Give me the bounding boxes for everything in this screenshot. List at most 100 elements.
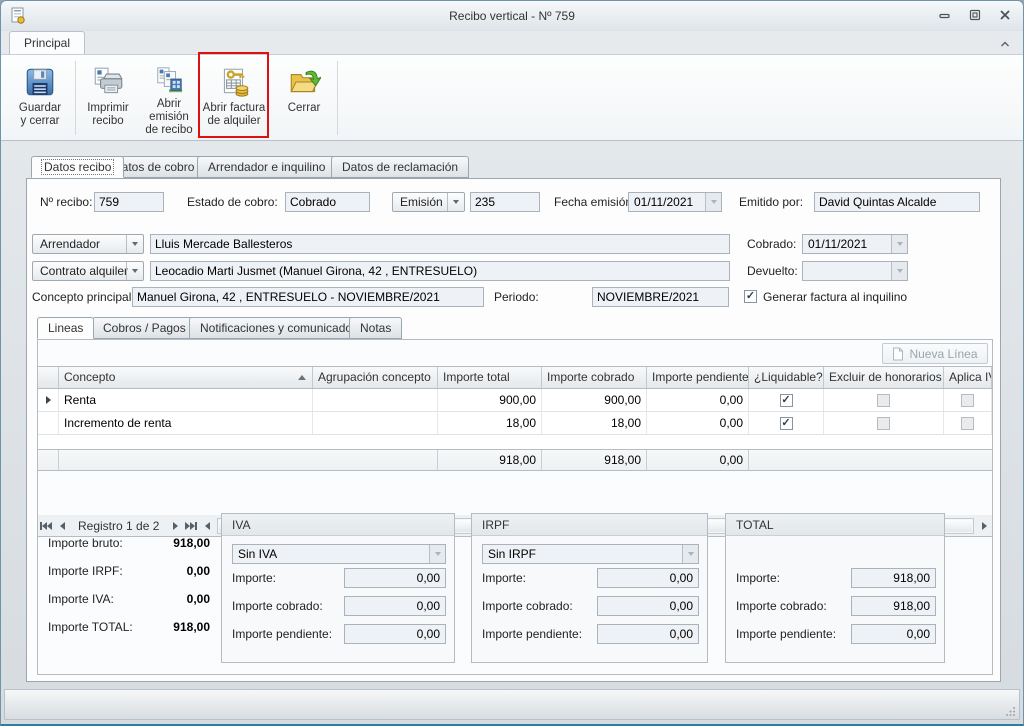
toolbar-separator (337, 61, 338, 135)
open-rental-invoice-button[interactable]: Abrir facturade alquiler (202, 59, 266, 137)
title-bar: Recibo vertical - Nº 759 (1, 1, 1023, 31)
column-header-importe-pendiente[interactable]: Importe pendiente (647, 367, 749, 388)
dropdown-arrow-icon (126, 262, 143, 280)
tab-lineas[interactable]: Lineas (37, 317, 94, 339)
minimize-button[interactable] (937, 8, 953, 22)
emision-number-field[interactable]: 235 (470, 192, 540, 212)
irpf-groupbox: IRPF Sin IRPF Importe: 0,00 Importe cobr… (471, 513, 708, 663)
total-importe-pendiente-field[interactable]: 0,00 (851, 624, 936, 644)
emitido-por-label: Emitido por: (739, 192, 803, 212)
grid-header-row: Concepto Agrupación concepto Importe tot… (38, 367, 992, 389)
iva-importe-pendiente-field[interactable]: 0,00 (344, 624, 446, 644)
lineas-panel: Nueva Línea Concepto Agrupación concepto… (37, 339, 993, 675)
close-button[interactable] (997, 8, 1013, 22)
tab-notas[interactable]: Notas (349, 317, 402, 339)
print-receipt-button[interactable]: Imprimirrecibo (79, 59, 137, 137)
grid-row-renta[interactable]: Renta 900,00 900,00 0,00 (38, 389, 992, 412)
dropdown-arrow-icon (126, 235, 143, 253)
hscroll-right-button[interactable] (976, 517, 992, 535)
lineas-grid: Concepto Agrupación concepto Importe tot… (38, 366, 992, 471)
iva-importe-field[interactable]: 0,00 (344, 568, 446, 588)
toolbar-separator (75, 61, 76, 135)
fecha-emision-label: Fecha emisión: (554, 192, 635, 212)
total-importe-cobrado-field[interactable]: 918,00 (851, 596, 936, 616)
column-header-concepto[interactable]: Concepto (59, 367, 313, 388)
generar-factura-checkbox[interactable] (744, 290, 757, 303)
column-header-importe-total[interactable]: Importe total (438, 367, 542, 388)
tab-cobros-pagos[interactable]: Cobros / Pagos (92, 317, 197, 339)
pager-last-button[interactable] (183, 517, 199, 535)
restore-button[interactable] (967, 8, 983, 22)
column-header-aplica-iva[interactable]: Aplica IVA (944, 367, 992, 388)
total-groupbox: TOTAL Importe: 918,00 Importe cobrado: 9… (725, 513, 945, 663)
pager-prev-button[interactable] (54, 517, 70, 535)
importe-total-label: Importe TOTAL: (48, 620, 133, 634)
importe-iva-value: 0,00 (150, 592, 210, 606)
column-header-importe-cobrado[interactable]: Importe cobrado (542, 367, 647, 388)
iva-groupbox: IVA Sin IVA Importe: 0,00 Importe cobrad… (221, 513, 455, 663)
estado-cobro-field[interactable]: Cobrado (285, 192, 370, 212)
num-recibo-field[interactable]: 759 (94, 192, 164, 212)
grid-row-incremento[interactable]: Incremento de renta 18,00 18,00 0,00 (38, 412, 992, 435)
emitido-por-field[interactable]: David Quintas Alcalde (814, 192, 980, 212)
printer-icon (91, 65, 125, 99)
contrato-alquiler-dropdown-button[interactable]: Contrato alquiler (32, 261, 144, 281)
liquidable-checkbox[interactable] (780, 417, 793, 430)
devuelto-datepicker (802, 261, 908, 281)
liquidable-checkbox[interactable] (780, 394, 793, 407)
close-form-button[interactable]: Cerrar (277, 59, 331, 137)
ribbon-tab-strip: Principal (1, 31, 1023, 54)
irpf-importe-pendiente-field[interactable]: 0,00 (597, 624, 699, 644)
importe-irpf-value: 0,00 (150, 564, 210, 578)
periodo-label: Periodo: (494, 287, 539, 307)
new-line-button: Nueva Línea (882, 343, 988, 364)
invoice-key-icon (217, 65, 251, 99)
dropdown-arrow-icon (447, 193, 464, 211)
button-label: Guardar (19, 102, 61, 114)
emission-documents-icon (152, 65, 186, 95)
column-header-agrupacion[interactable]: Agrupación concepto (313, 367, 438, 388)
dropdown-arrow-icon (705, 193, 721, 211)
importe-bruto-value: 918,00 (150, 536, 210, 550)
pager-first-button[interactable] (38, 517, 54, 535)
sort-ascending-icon (298, 375, 306, 380)
new-document-icon (892, 347, 904, 361)
num-recibo-label: Nº recibo: (40, 192, 92, 212)
tab-notificaciones[interactable]: Notificaciones y comunicados (189, 317, 369, 339)
irpf-importe-field[interactable]: 0,00 (597, 568, 699, 588)
save-and-close-button[interactable]: Guardary cerrar (9, 59, 71, 137)
dropdown-arrow-icon (682, 545, 698, 563)
save-icon (23, 65, 57, 99)
contrato-alquiler-field[interactable]: Leocadio Marti Jusmet (Manuel Girona, 42… (150, 261, 730, 281)
grid-indicator-header (38, 367, 59, 388)
periodo-field[interactable]: NOVIEMBRE/2021 (592, 287, 729, 307)
aplica-iva-checkbox (961, 394, 974, 407)
pager-next-button[interactable] (167, 517, 183, 535)
excluir-honorarios-checkbox (877, 394, 890, 407)
column-header-liquidable[interactable]: ¿Liquidable? (749, 367, 824, 388)
concepto-principal-field[interactable]: Manuel Girona, 42 , ENTRESUELO - NOVIEMB… (132, 287, 484, 307)
resize-grip-icon[interactable] (1006, 706, 1016, 716)
status-bar (4, 689, 1020, 720)
hscroll-left-button[interactable] (199, 517, 215, 535)
column-header-excluir[interactable]: Excluir de honorarios (824, 367, 944, 388)
tab-arrendador-e-inquilino[interactable]: Arrendador e inquilino (197, 156, 336, 178)
cobrado-label: Cobrado: (747, 234, 796, 254)
irpf-importe-cobrado-field[interactable]: 0,00 (597, 596, 699, 616)
cobrado-datepicker: 01/11/2021 (802, 234, 908, 254)
tab-datos-de-reclamacion[interactable]: Datos de reclamación (331, 156, 469, 178)
irpf-title: IRPF (472, 514, 707, 536)
arrendador-field[interactable]: Lluis Mercade Ballesteros (150, 234, 730, 254)
iva-importe-cobrado-field[interactable]: 0,00 (344, 596, 446, 616)
emision-dropdown-button[interactable]: Emisión (392, 192, 465, 212)
collapse-ribbon-icon[interactable] (999, 37, 1011, 49)
ribbon-tab-principal[interactable]: Principal (9, 31, 85, 54)
importe-bruto-label: Importe bruto: (48, 536, 123, 550)
arrendador-dropdown-button[interactable]: Arrendador (32, 234, 144, 254)
app-window: Recibo vertical - Nº 759 Principal (0, 0, 1024, 726)
generar-factura-label: Generar factura al inquilino (763, 287, 907, 307)
tab-datos-recibo[interactable]: Datos recibo (31, 156, 124, 178)
total-importe-field[interactable]: 918,00 (851, 568, 936, 588)
open-receipt-emission-button[interactable]: Abrir emisiónde recibo (139, 59, 199, 137)
dropdown-arrow-icon (891, 262, 907, 280)
